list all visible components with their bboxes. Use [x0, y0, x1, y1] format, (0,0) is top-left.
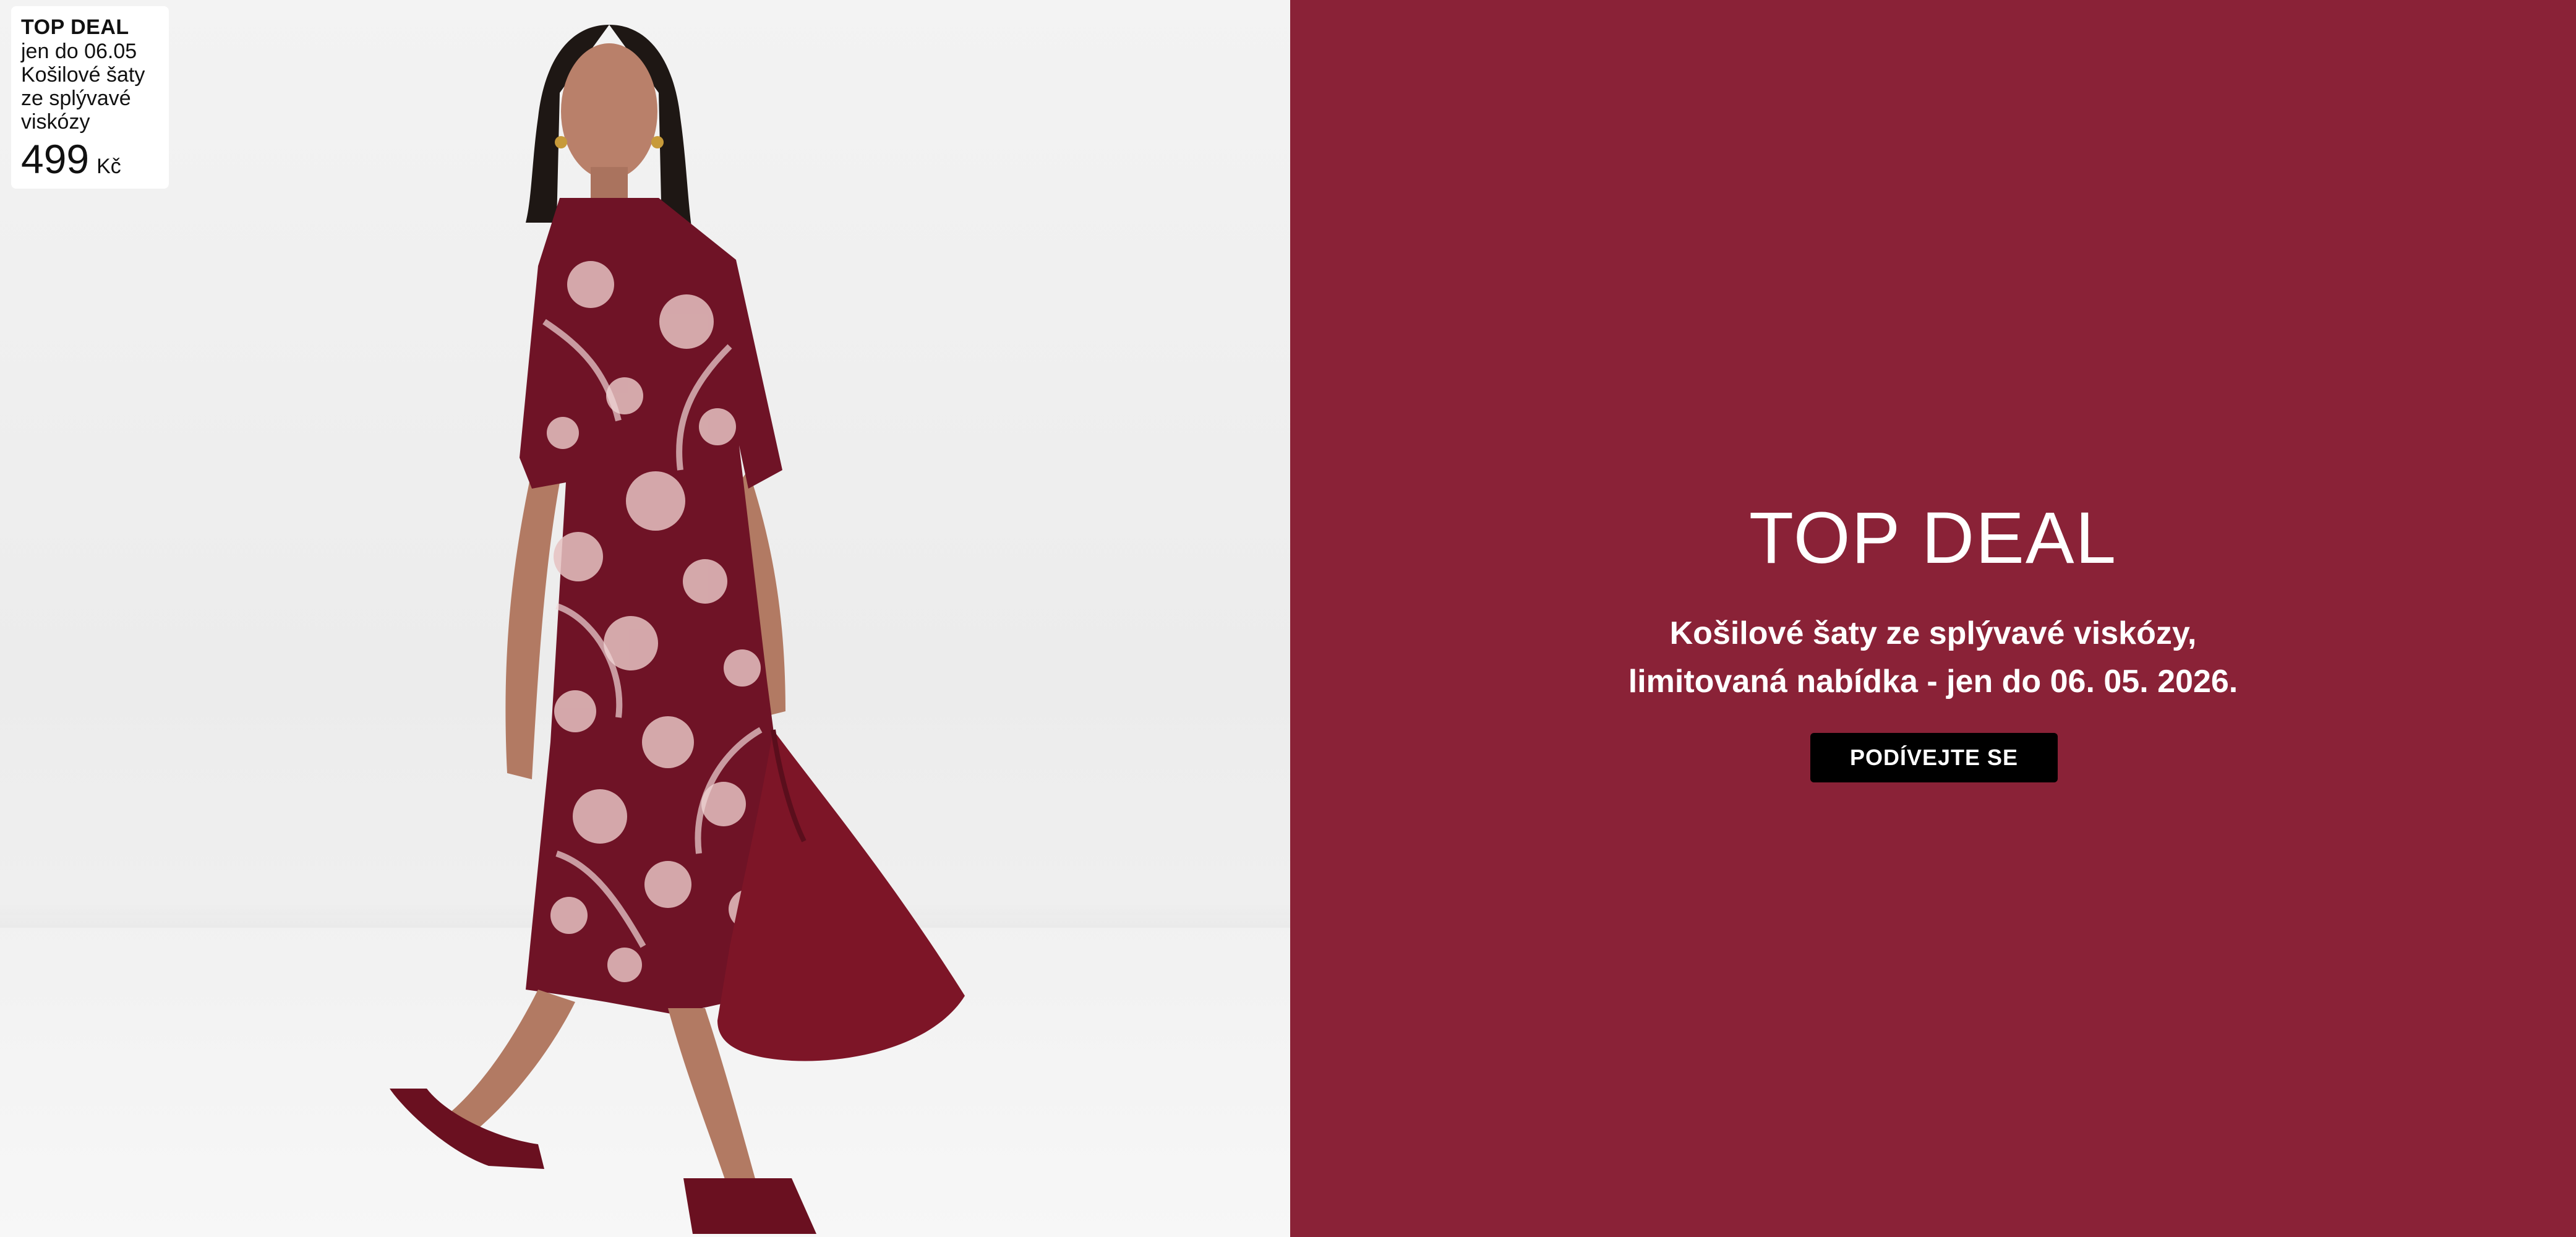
badge-product-name-line2: ze splývavé — [21, 87, 131, 110]
product-photo[interactable]: TOP DEAL jen do 06.05 Košilové šaty ze s… — [0, 0, 1290, 1237]
promo-description-line1: Košilové šaty ze splývavé viskózy, — [1669, 615, 2197, 651]
badge-currency: Kč — [96, 155, 121, 178]
badge-product-name-line1: Košilové šaty — [21, 63, 145, 87]
badge-title: TOP DEAL — [21, 15, 129, 39]
cta-button[interactable]: PODÍVEJTE SE — [1810, 733, 2058, 782]
promo-panel: TOP DEAL Košilové šaty ze splývavé viskó… — [1290, 0, 2576, 1237]
badge-product-name-line3: viskózy — [21, 110, 90, 134]
badge-price: 499 — [21, 136, 90, 182]
promo-banner[interactable]: TOP DEAL jen do 06.05 Košilové šaty ze s… — [0, 0, 2576, 1237]
promo-description-line2: limitovaná nabídka - jen do 06. 05. 2026… — [1628, 664, 2238, 700]
badge-price-row: 499 Kč — [21, 137, 159, 181]
promo-description: Košilové šaty ze splývavé viskózy, limit… — [1290, 609, 2576, 706]
badge-valid-until: jen do 06.05 — [21, 40, 137, 63]
promo-title: TOP DEAL — [1748, 497, 2118, 579]
model-illustration — [390, 25, 965, 1234]
price-badge[interactable]: TOP DEAL jen do 06.05 Košilové šaty ze s… — [11, 6, 169, 189]
